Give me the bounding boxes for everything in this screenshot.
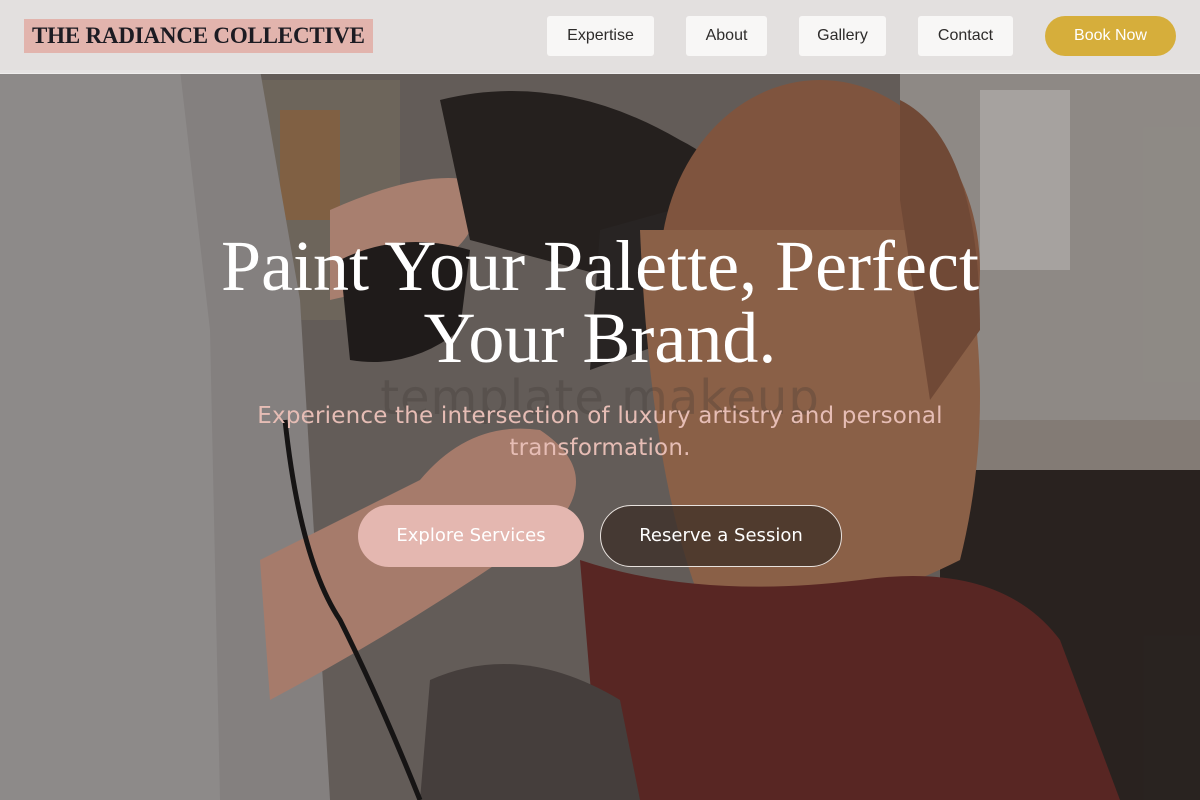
- reserve-session-button[interactable]: Reserve a Session: [600, 505, 842, 567]
- hero-title: Paint Your Palette, Perfect Your Brand.: [221, 226, 979, 378]
- hero-subtitle: Experience the intersection of luxury ar…: [257, 403, 943, 461]
- nav-link-about[interactable]: About: [686, 16, 767, 56]
- nav-link-contact[interactable]: Contact: [918, 16, 1013, 56]
- explore-services-button[interactable]: Explore Services: [358, 505, 584, 567]
- nav-link-expertise[interactable]: Expertise: [547, 16, 654, 56]
- top-navbar: THE RADIANCE COLLECTIVE Expertise About …: [0, 0, 1200, 74]
- brand-logo[interactable]: THE RADIANCE COLLECTIVE: [24, 19, 373, 53]
- nav-link-gallery[interactable]: Gallery: [799, 16, 886, 56]
- book-now-button[interactable]: Book Now: [1045, 16, 1176, 56]
